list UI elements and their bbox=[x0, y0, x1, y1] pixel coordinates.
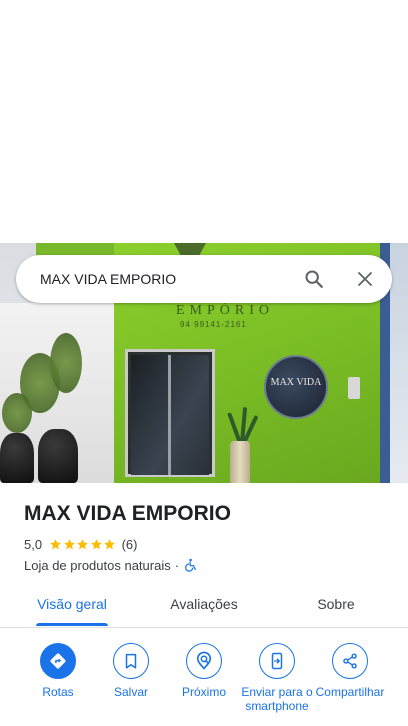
star-icon bbox=[104, 538, 115, 549]
category-row: Loja de produtos naturais · bbox=[24, 557, 197, 573]
photo-phone-text: 94 99141-2161 bbox=[180, 320, 247, 329]
nearby-button[interactable]: Próximo bbox=[167, 643, 241, 699]
separator: · bbox=[174, 557, 180, 573]
rating-value: 5,0 bbox=[24, 536, 43, 552]
send-to-phone-label: Enviar para o smartphone bbox=[241, 685, 313, 713]
nearby-button-circle[interactable] bbox=[186, 643, 222, 679]
photo-planter bbox=[38, 429, 78, 483]
send-to-phone-icon bbox=[271, 652, 283, 670]
rating-row[interactable]: 5,0 (6) bbox=[24, 536, 137, 552]
map-area-blank bbox=[0, 0, 408, 243]
photo-sign-text: EMPÓRIO bbox=[176, 303, 275, 318]
search-icon bbox=[305, 270, 323, 288]
tab-reviews[interactable]: Avaliações bbox=[152, 584, 256, 628]
share-button[interactable]: Compartilhar bbox=[313, 643, 387, 699]
directions-button-circle[interactable] bbox=[40, 643, 76, 679]
photo-door-split bbox=[168, 355, 171, 475]
directions-label: Rotas bbox=[42, 685, 74, 699]
clear-search-button[interactable] bbox=[349, 263, 381, 295]
photo-vase bbox=[230, 441, 250, 483]
photo-plant bbox=[50, 333, 82, 393]
review-count[interactable]: (6) bbox=[122, 537, 138, 552]
star-icon bbox=[90, 538, 102, 549]
send-to-phone-button[interactable]: Enviar para o smartphone bbox=[240, 643, 314, 713]
place-tabs: Visão geral Avaliações Sobre bbox=[0, 584, 408, 628]
tab-overview[interactable]: Visão geral bbox=[20, 584, 124, 628]
photo-wall-lamp bbox=[348, 377, 360, 399]
star-rating bbox=[49, 538, 117, 551]
share-label: Compartilhar bbox=[315, 685, 385, 699]
bookmark-icon bbox=[125, 653, 137, 669]
nearby-label: Próximo bbox=[181, 685, 226, 699]
search-button[interactable] bbox=[298, 263, 330, 295]
place-title: MAX VIDA EMPORIO bbox=[24, 502, 231, 525]
place-category[interactable]: Loja de produtos naturais bbox=[24, 558, 171, 573]
star-icon bbox=[50, 538, 61, 549]
star-icon bbox=[77, 538, 88, 549]
wheelchair-icon bbox=[185, 558, 196, 572]
directions-button[interactable]: Rotas bbox=[21, 643, 95, 699]
search-box[interactable]: MAX VIDA EMPORIO bbox=[16, 255, 392, 303]
photo-round-window: MAX VIDA bbox=[264, 355, 328, 419]
save-button-circle[interactable] bbox=[113, 643, 149, 679]
search-input[interactable]: MAX VIDA EMPORIO bbox=[40, 255, 176, 303]
save-label: Salvar bbox=[113, 685, 148, 699]
tab-about[interactable]: Sobre bbox=[284, 584, 388, 628]
photo-planter bbox=[0, 433, 34, 483]
photo-window-text: MAX VIDA bbox=[270, 377, 322, 388]
star-icon bbox=[63, 538, 75, 549]
share-icon bbox=[343, 653, 357, 669]
share-button-circle[interactable] bbox=[332, 643, 368, 679]
send-to-phone-button-circle[interactable] bbox=[259, 643, 295, 679]
nearby-icon bbox=[196, 651, 212, 670]
directions-icon bbox=[50, 653, 66, 669]
save-button[interactable]: Salvar bbox=[94, 643, 168, 699]
active-tab-indicator bbox=[36, 623, 108, 626]
close-icon bbox=[358, 272, 372, 286]
photo-plant bbox=[2, 393, 32, 433]
